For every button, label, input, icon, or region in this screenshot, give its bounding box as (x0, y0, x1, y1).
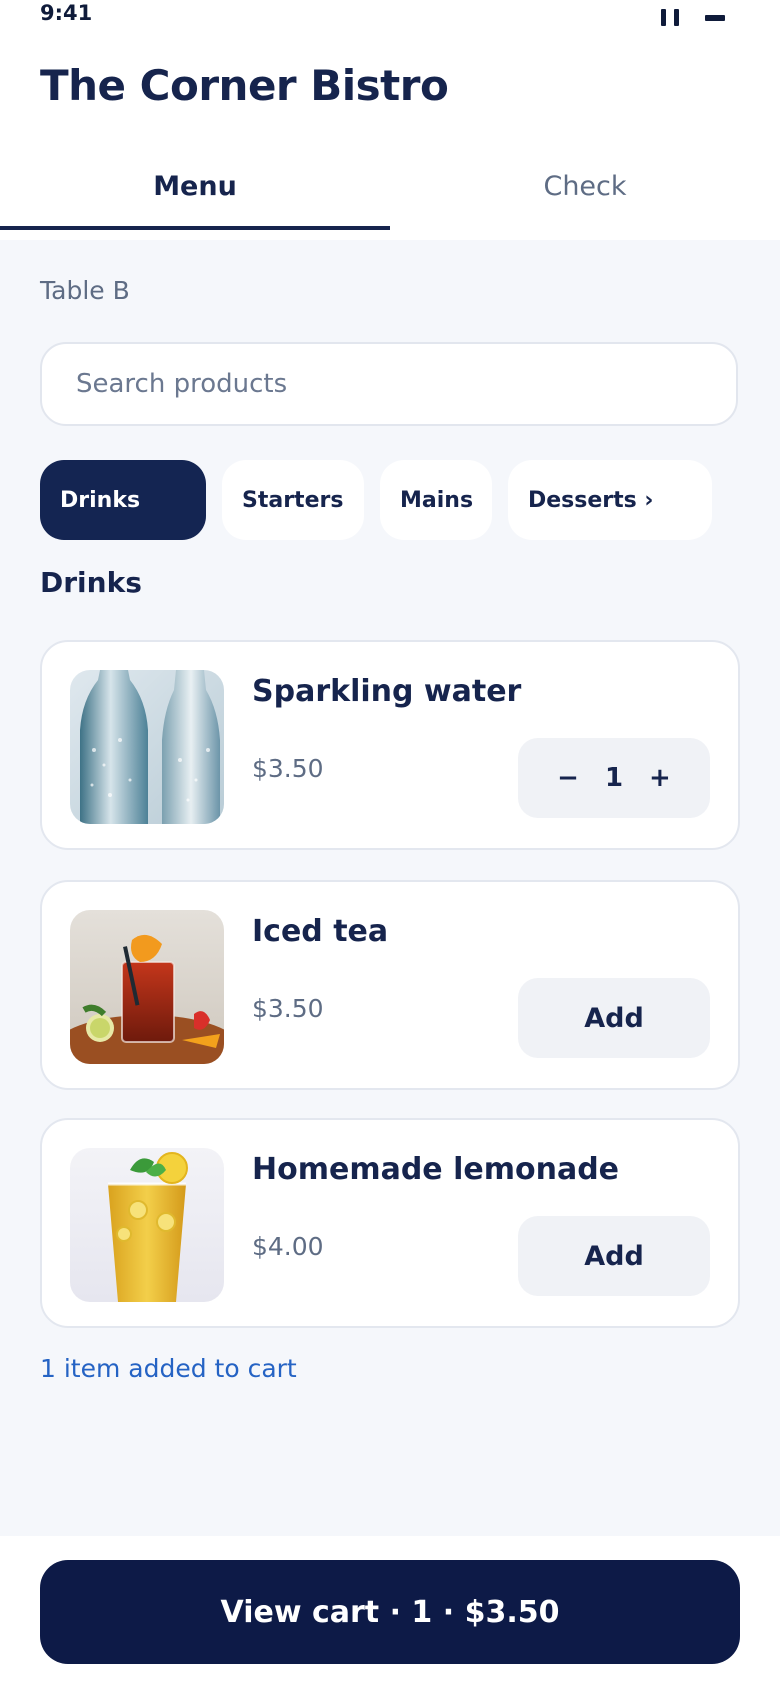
table-label: Table B (40, 276, 130, 305)
category-chip-drinks[interactable]: Drinks (40, 460, 206, 540)
add-to-cart-button[interactable]: Add (518, 978, 710, 1058)
product-price: $3.50 (252, 994, 324, 1023)
increase-quantity-button[interactable]: + (649, 763, 671, 793)
quantity-value: 1 (604, 763, 624, 793)
tab-bar: Menu Check (0, 150, 780, 232)
lemonade-image (70, 1148, 224, 1302)
product-card-iced-tea[interactable]: Iced tea $3.50 Add (40, 880, 740, 1090)
category-chip-desserts[interactable]: Desserts › (508, 460, 712, 540)
category-chips: Drinks Starters Mains Desserts › (40, 460, 712, 540)
tab-check[interactable]: Check (390, 150, 780, 232)
category-chip-mains[interactable]: Mains (380, 460, 492, 540)
page-title: The Corner Bistro (40, 61, 449, 110)
product-price: $4.00 (252, 1232, 324, 1261)
product-card-sparkling-water[interactable]: Sparkling water $3.50 − 1 + (40, 640, 740, 850)
search-input[interactable] (74, 368, 698, 400)
status-icons (661, 9, 725, 26)
status-bar: 9:41 (0, 0, 780, 40)
decrease-quantity-button[interactable]: − (557, 763, 579, 793)
tab-menu[interactable]: Menu (0, 150, 390, 232)
bottom-bar: View cart · 1 · $3.50 (0, 1536, 780, 1688)
section-title: Drinks (40, 566, 142, 599)
sparkling-water-image (70, 670, 224, 824)
product-name: Iced tea (252, 914, 389, 949)
product-price: $3.50 (252, 754, 324, 783)
view-cart-button[interactable]: View cart · 1 · $3.50 (40, 1560, 740, 1664)
quantity-stepper: − 1 + (518, 738, 710, 818)
status-time: 9:41 (40, 1, 93, 25)
search-field[interactable] (40, 342, 738, 426)
product-card-homemade-lemonade[interactable]: Homemade lemonade $4.00 Add (40, 1118, 740, 1328)
battery-icon (705, 15, 725, 21)
category-chip-starters[interactable]: Starters (222, 460, 364, 540)
cart-status-message: 1 item added to cart (40, 1354, 297, 1383)
menu-content: Table B Drinks Starters Mains Desserts ›… (0, 240, 780, 1536)
iced-tea-image (70, 910, 224, 1064)
product-name: Homemade lemonade (252, 1152, 620, 1187)
product-name: Sparkling water (252, 674, 522, 709)
add-to-cart-button[interactable]: Add (518, 1216, 710, 1296)
signal-icon (661, 9, 679, 26)
